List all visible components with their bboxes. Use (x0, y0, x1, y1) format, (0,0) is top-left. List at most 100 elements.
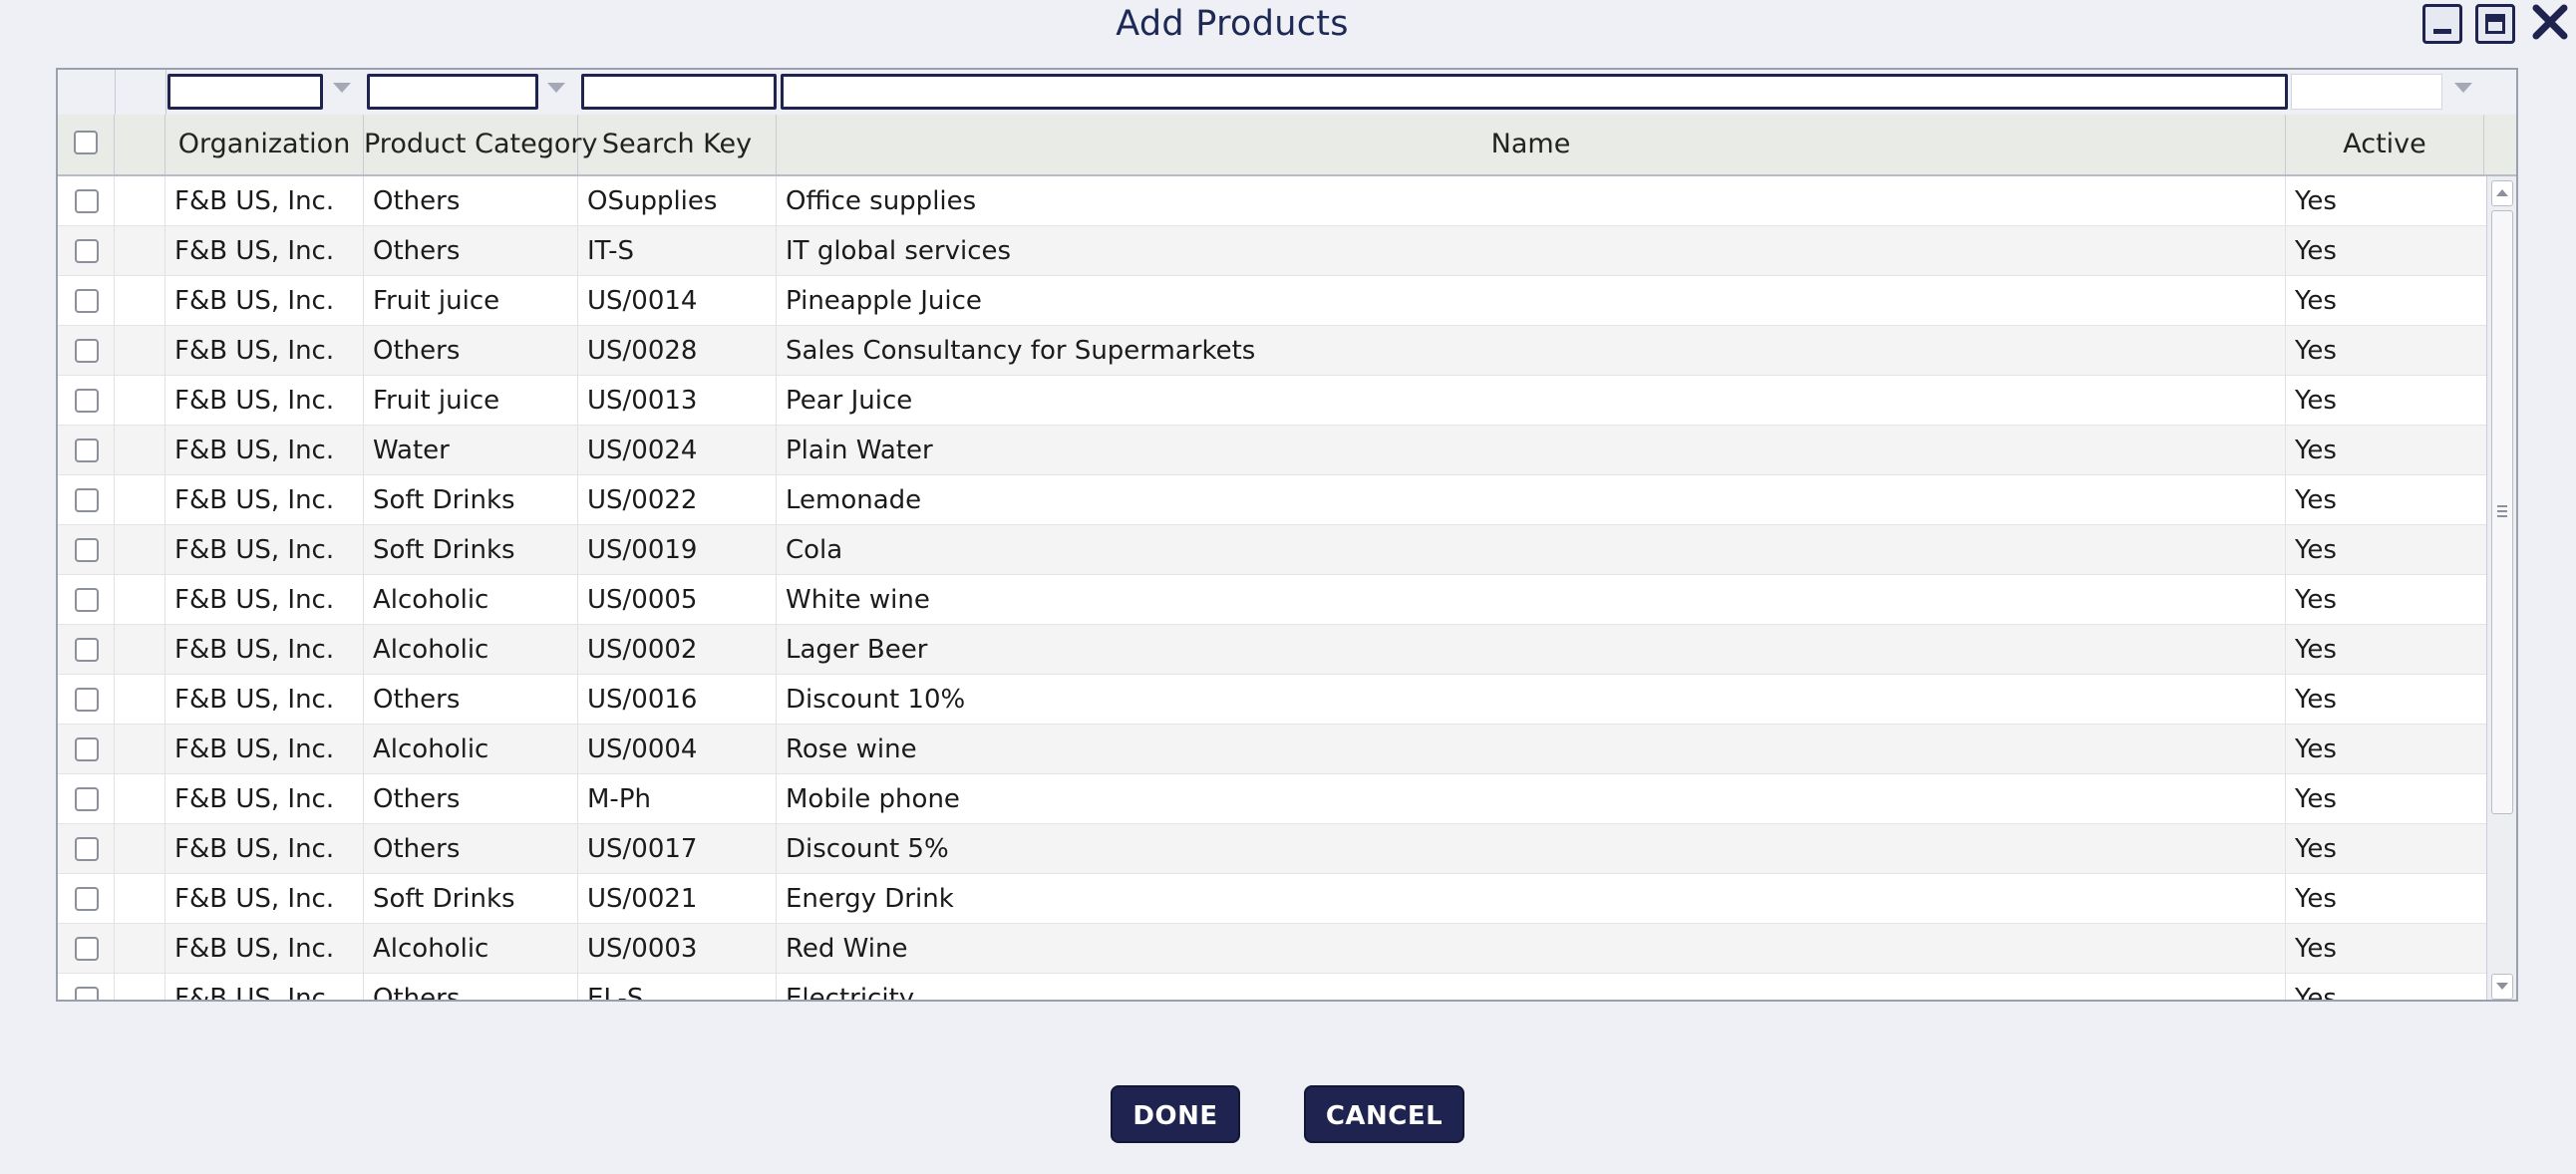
maximize-icon[interactable] (2475, 4, 2515, 44)
product-category-cell: Water (364, 426, 578, 475)
column-header-active[interactable]: Active (2286, 115, 2484, 174)
row-checkbox[interactable] (75, 837, 99, 861)
select-all-checkbox[interactable] (74, 131, 98, 154)
row-indicator (115, 774, 165, 824)
table-row[interactable]: F&B US, Inc. Others OSupplies Office sup… (58, 176, 2486, 226)
organization-cell: F&B US, Inc. (165, 525, 364, 575)
organization-cell: F&B US, Inc. (165, 475, 364, 525)
row-select-cell (58, 226, 115, 276)
row-select-cell (58, 874, 115, 924)
table-row[interactable]: F&B US, Inc. Fruit juice US/0014 Pineapp… (58, 276, 2486, 326)
scrollbar-thumb[interactable] (2491, 210, 2513, 814)
product-category-filter[interactable] (367, 74, 538, 110)
product-category-cell: Soft Drinks (364, 475, 578, 525)
organization-filter[interactable] (167, 74, 323, 110)
table-row[interactable]: F&B US, Inc. Alcoholic US/0003 Red Wine … (58, 924, 2486, 974)
search-key-cell: US/0004 (578, 725, 777, 774)
filter-row (58, 70, 2516, 116)
name-cell: White wine (777, 575, 2286, 625)
search-key-cell: US/0017 (578, 824, 777, 874)
name-filter[interactable] (781, 74, 2288, 110)
table-row[interactable]: F&B US, Inc. Others M-Ph Mobile phone Ye… (58, 774, 2486, 824)
row-checkbox[interactable] (75, 239, 99, 263)
row-checkbox[interactable] (75, 289, 99, 313)
table-row[interactable]: F&B US, Inc. Others IT-S IT global servi… (58, 226, 2486, 276)
search-key-filter[interactable] (581, 74, 777, 110)
name-cell: Mobile phone (777, 774, 2286, 824)
row-checkbox[interactable] (75, 538, 99, 562)
search-key-cell: US/0014 (578, 276, 777, 326)
column-header-organization[interactable]: Organization (165, 115, 364, 174)
product-category-cell: Others (364, 824, 578, 874)
row-select-cell (58, 625, 115, 675)
active-filter-dropdown-icon[interactable] (2454, 83, 2472, 93)
search-key-cell: US/0028 (578, 326, 777, 376)
row-checkbox[interactable] (75, 588, 99, 612)
row-checkbox[interactable] (75, 987, 99, 1000)
organization-cell: F&B US, Inc. (165, 575, 364, 625)
row-checkbox[interactable] (75, 189, 99, 213)
products-grid: Organization Product Category Search Key… (56, 68, 2518, 1002)
product-category-cell: Alcoholic (364, 575, 578, 625)
organization-filter-dropdown-icon[interactable] (333, 83, 351, 93)
organization-cell: F&B US, Inc. (165, 376, 364, 426)
row-checkbox[interactable] (75, 737, 99, 761)
active-cell: Yes (2295, 784, 2337, 814)
vertical-scrollbar[interactable] (2486, 176, 2516, 1000)
table-row[interactable]: F&B US, Inc. Water US/0024 Plain Water Y… (58, 426, 2486, 475)
active-cell: Yes (2295, 336, 2337, 366)
row-indicator (115, 475, 165, 525)
product-category-filter-dropdown-icon[interactable] (547, 83, 565, 93)
table-row[interactable]: F&B US, Inc. Soft Drinks US/0019 Cola Ye… (58, 525, 2486, 575)
search-key-cell: US/0024 (578, 426, 777, 475)
row-checkbox[interactable] (75, 488, 99, 512)
product-category-cell: Others (364, 974, 578, 1000)
organization-cell: F&B US, Inc. (165, 326, 364, 376)
row-checkbox[interactable] (75, 389, 99, 413)
table-row[interactable]: F&B US, Inc. Others US/0017 Discount 5% … (58, 824, 2486, 874)
row-checkbox[interactable] (75, 439, 99, 462)
table-row[interactable]: F&B US, Inc. Soft Drinks US/0022 Lemonad… (58, 475, 2486, 525)
done-button[interactable]: DONE (1111, 1085, 1240, 1143)
organization-cell: F&B US, Inc. (165, 874, 364, 924)
row-select-cell (58, 575, 115, 625)
table-row[interactable]: F&B US, Inc. Soft Drinks US/0021 Energy … (58, 874, 2486, 924)
column-header-search-key[interactable]: Search Key (578, 115, 777, 174)
name-cell: Red Wine (777, 924, 2286, 974)
table-row[interactable]: F&B US, Inc. Alcoholic US/0002 Lager Bee… (58, 625, 2486, 675)
active-filter[interactable] (2291, 74, 2442, 110)
scroll-up-icon[interactable] (2491, 180, 2513, 206)
close-icon[interactable] (2528, 0, 2572, 44)
product-category-cell: Soft Drinks (364, 874, 578, 924)
row-checkbox[interactable] (75, 937, 99, 961)
table-row[interactable]: F&B US, Inc. Alcoholic US/0004 Rose wine… (58, 725, 2486, 774)
active-cell: Yes (2295, 485, 2337, 515)
active-cell: Yes (2295, 386, 2337, 416)
column-header-product-category[interactable]: Product Category (364, 115, 597, 174)
table-row[interactable]: F&B US, Inc. Others EL-S Electricity Yes (58, 974, 2486, 1000)
table-row[interactable]: F&B US, Inc. Others US/0016 Discount 10%… (58, 675, 2486, 725)
scroll-down-icon[interactable] (2491, 974, 2513, 1000)
name-cell: Office supplies (777, 176, 2286, 226)
table-row[interactable]: F&B US, Inc. Alcoholic US/0005 White win… (58, 575, 2486, 625)
row-checkbox[interactable] (75, 887, 99, 911)
column-header-name[interactable]: Name (777, 115, 2286, 174)
organization-cell: F&B US, Inc. (165, 675, 364, 725)
table-row[interactable]: F&B US, Inc. Fruit juice US/0013 Pear Ju… (58, 376, 2486, 426)
row-checkbox[interactable] (75, 638, 99, 662)
table-row[interactable]: F&B US, Inc. Others US/0028 Sales Consul… (58, 326, 2486, 376)
minimize-icon[interactable] (2422, 4, 2462, 44)
active-cell: Yes (2295, 734, 2337, 764)
row-indicator (115, 874, 165, 924)
row-checkbox[interactable] (75, 339, 99, 363)
row-indicator (115, 974, 165, 1000)
active-cell: Yes (2295, 884, 2337, 914)
row-checkbox[interactable] (75, 688, 99, 712)
row-select-cell (58, 774, 115, 824)
search-key-cell: US/0013 (578, 376, 777, 426)
name-cell: Plain Water (777, 426, 2286, 475)
row-checkbox[interactable] (75, 787, 99, 811)
cancel-button[interactable]: CANCEL (1304, 1085, 1464, 1143)
product-category-cell: Others (364, 226, 578, 276)
product-category-cell: Fruit juice (364, 276, 578, 326)
